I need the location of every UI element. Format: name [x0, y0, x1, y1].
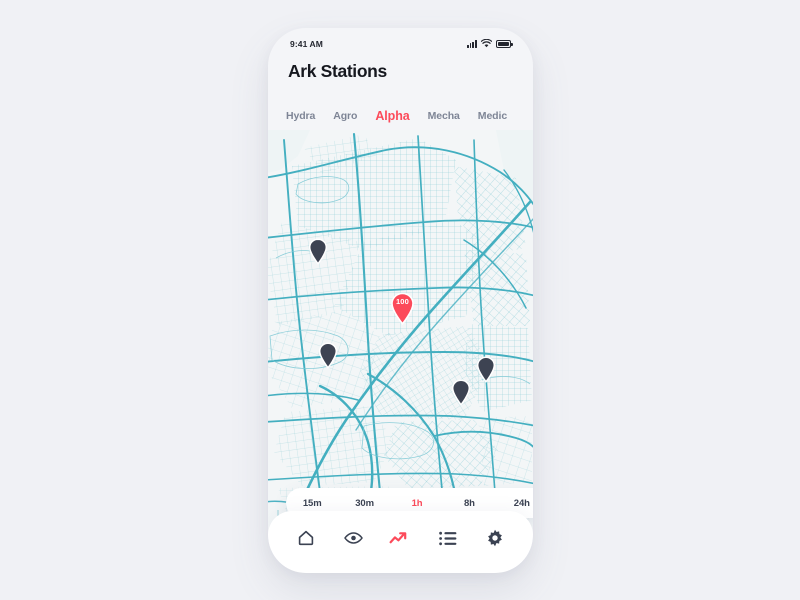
trending-up-icon [389, 530, 411, 546]
gear-icon [486, 529, 504, 547]
home-icon [297, 529, 315, 547]
map-streets [268, 130, 533, 536]
map-marker-dark[interactable] [318, 342, 338, 369]
time-filter-15m[interactable]: 15m [286, 498, 338, 509]
phone-frame: 9:41 AM Ark Stations Hydra Agro Alpha Me… [268, 28, 533, 573]
map-marker-dark[interactable] [308, 238, 328, 265]
time-filter-8h[interactable]: 8h [443, 498, 495, 509]
battery-icon [496, 40, 513, 48]
map-canvas[interactable]: 100 15m 30m 1h 8h 24h [268, 130, 533, 536]
tab-agro[interactable]: Agro [333, 110, 357, 122]
page-title: Ark Stations [288, 61, 387, 81]
tab-alpha[interactable]: Alpha [375, 109, 409, 123]
list-icon [439, 531, 457, 546]
screenshot-root: 9:41 AM Ark Stations Hydra Agro Alpha Me… [0, 0, 800, 600]
status-bar: 9:41 AM [268, 28, 533, 52]
tab-medic[interactable]: Medic [478, 110, 507, 122]
wifi-icon [480, 35, 493, 53]
station-tabs[interactable]: Hydra Agro Alpha Mecha Medic [268, 103, 533, 129]
bottom-navigation[interactable] [268, 511, 533, 573]
map-marker-active[interactable]: 100 [390, 292, 415, 326]
time-filter-24h[interactable]: 24h [496, 498, 533, 509]
status-bar-icons [466, 35, 513, 53]
signal-bars-icon [466, 40, 477, 48]
nav-item-trends[interactable] [385, 523, 415, 553]
tab-hydra[interactable]: Hydra [286, 110, 315, 122]
nav-item-settings[interactable] [480, 523, 510, 553]
nav-item-home[interactable] [291, 523, 321, 553]
nav-item-list[interactable] [433, 523, 463, 553]
eye-icon [343, 531, 363, 545]
time-filter-30m[interactable]: 30m [338, 498, 390, 509]
map-marker-dark[interactable] [476, 356, 496, 383]
tab-mecha[interactable]: Mecha [428, 110, 460, 122]
nav-item-watch[interactable] [338, 523, 368, 553]
time-filter-1h[interactable]: 1h [391, 498, 443, 517]
status-bar-time: 9:41 AM [290, 39, 323, 49]
map-marker-dark[interactable] [451, 379, 471, 406]
